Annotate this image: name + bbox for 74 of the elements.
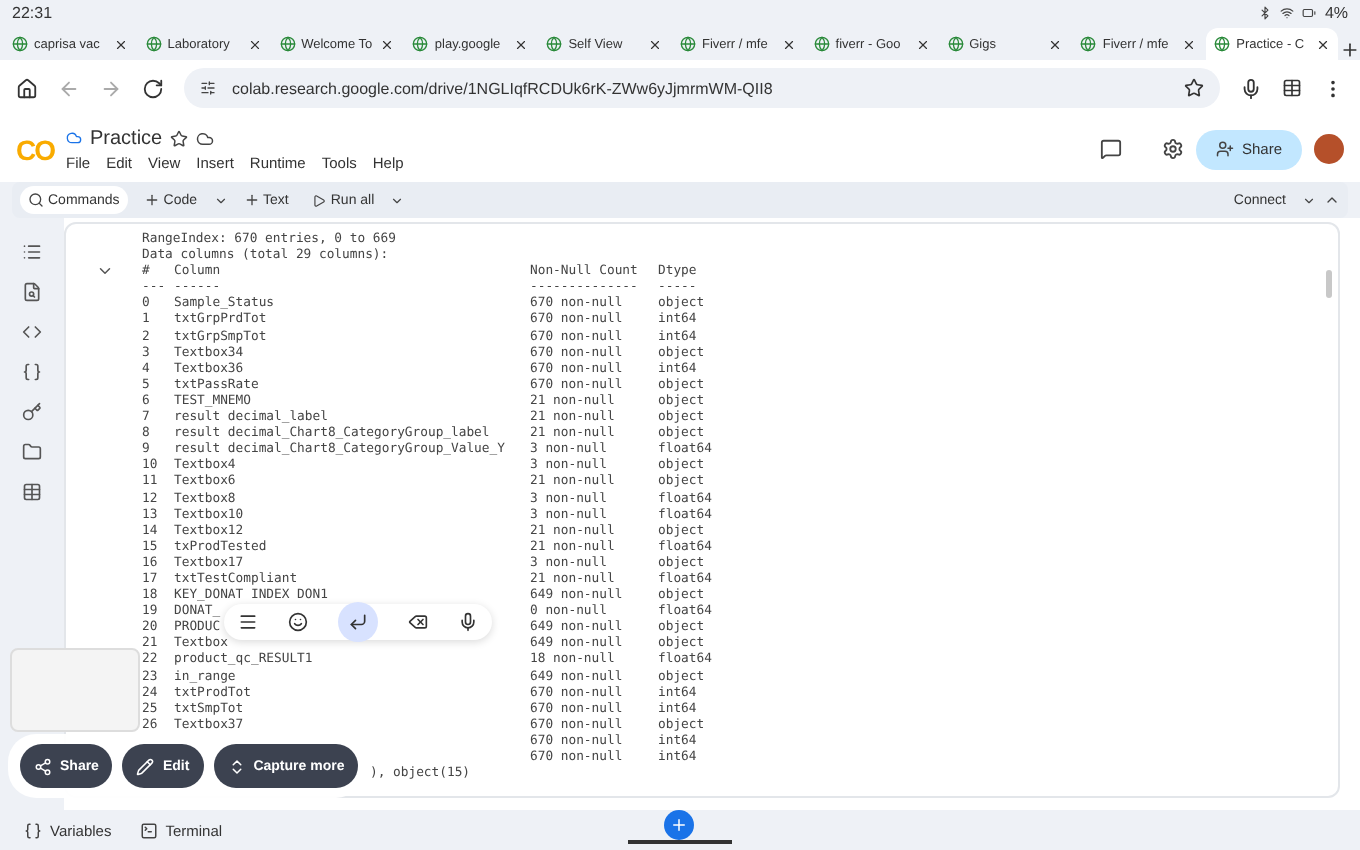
new-tab-icon[interactable] xyxy=(1339,40,1360,60)
mic-icon[interactable] xyxy=(1240,77,1262,99)
site-icon xyxy=(679,36,696,52)
site-settings-icon xyxy=(200,80,216,96)
cloud-icon xyxy=(196,129,215,147)
close-icon[interactable] xyxy=(915,37,930,51)
toc-icon[interactable] xyxy=(22,242,42,262)
close-icon[interactable] xyxy=(247,37,262,51)
enter-key[interactable] xyxy=(337,602,378,642)
pencil-icon xyxy=(136,757,155,775)
bookmark-star-icon[interactable] xyxy=(1184,78,1204,98)
emoji-icon[interactable] xyxy=(288,612,309,632)
site-icon xyxy=(546,36,563,52)
drive-icon xyxy=(66,130,82,146)
bluetooth-icon xyxy=(1258,6,1273,20)
site-icon xyxy=(947,36,964,52)
close-icon[interactable] xyxy=(1182,37,1197,51)
plus-icon xyxy=(670,816,688,834)
variables-icon[interactable] xyxy=(22,362,42,382)
code-icon[interactable] xyxy=(22,322,42,342)
close-icon[interactable] xyxy=(781,37,796,51)
site-icon xyxy=(279,36,296,52)
site-icon xyxy=(12,36,28,52)
caret-icon[interactable] xyxy=(390,193,405,207)
battery-percent: 4% xyxy=(1324,4,1348,22)
site-icon xyxy=(1214,36,1231,52)
clock-time: 22:31 xyxy=(12,4,53,22)
table-icon[interactable] xyxy=(22,482,42,502)
folder-icon[interactable] xyxy=(22,442,42,462)
close-icon[interactable] xyxy=(380,37,395,51)
sparkle-button[interactable] xyxy=(664,810,694,840)
mic-icon[interactable] xyxy=(457,612,478,632)
caret-icon[interactable] xyxy=(213,193,228,207)
find-icon[interactable] xyxy=(22,282,42,302)
scrollbar-thumb[interactable] xyxy=(1325,270,1331,298)
notebook-title[interactable]: Practice xyxy=(90,127,163,149)
play-icon xyxy=(312,193,327,207)
avatar[interactable] xyxy=(1314,134,1344,164)
menu-icon[interactable] xyxy=(238,612,259,632)
plus-icon xyxy=(143,192,160,208)
colab-logo: CO xyxy=(16,133,54,165)
terminal-icon xyxy=(139,821,158,839)
site-icon xyxy=(412,36,429,52)
battery-icon xyxy=(1302,6,1317,20)
wifi-icon xyxy=(1280,6,1295,20)
settings-icon[interactable] xyxy=(1161,138,1184,160)
site-icon xyxy=(1080,36,1097,52)
search-icon xyxy=(28,192,44,208)
site-icon xyxy=(813,36,830,52)
chevron-icon[interactable] xyxy=(95,262,113,280)
backspace-icon[interactable] xyxy=(407,612,428,632)
key-icon[interactable] xyxy=(22,402,42,422)
close-icon[interactable] xyxy=(113,37,128,51)
star-icon xyxy=(170,129,189,147)
plus-icon xyxy=(243,192,260,208)
site-icon xyxy=(145,36,162,52)
caret-icon[interactable] xyxy=(1302,193,1316,207)
close-icon[interactable] xyxy=(514,37,529,51)
close-icon[interactable] xyxy=(1315,37,1330,51)
home-icon[interactable] xyxy=(16,77,38,99)
enter-icon xyxy=(347,612,368,632)
gesture-handle xyxy=(628,840,732,844)
close-icon[interactable] xyxy=(1048,37,1063,51)
expand-icon xyxy=(227,757,246,775)
reload-icon[interactable] xyxy=(142,77,164,99)
close-icon[interactable] xyxy=(647,37,662,51)
collapse-icon[interactable] xyxy=(1324,192,1340,208)
share-icon xyxy=(34,757,52,775)
tab-switcher-icon[interactable] xyxy=(1282,78,1302,98)
address-field[interactable]: colab.research.google.com/drive/1NGLIqfRCDUk6rK-ZWw6yJjmrmWM-QII8 xyxy=(184,68,1220,108)
braces-icon xyxy=(24,821,42,839)
screenshot-thumbnail[interactable] xyxy=(10,648,140,732)
person-add-icon xyxy=(1215,140,1234,158)
comment-icon[interactable] xyxy=(1099,138,1122,160)
